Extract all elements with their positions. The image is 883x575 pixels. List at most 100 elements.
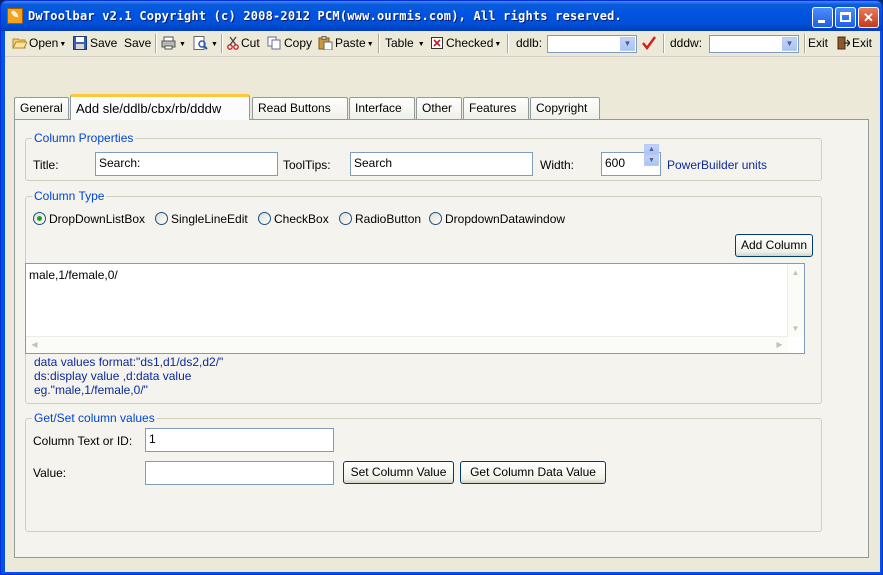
red-check-icon: [641, 36, 657, 51]
apply-button[interactable]: [641, 34, 658, 54]
folder-open-icon: [12, 36, 28, 50]
scroll-right-icon[interactable]: ▶: [772, 337, 787, 352]
radio-circle: [429, 212, 442, 225]
minimize-button[interactable]: [812, 7, 833, 28]
title-bar[interactable]: ✎ DwToolbar v2.1 Copyright (c) 2008-2012…: [1, 1, 882, 31]
radio-checkbox[interactable]: CheckBox: [258, 212, 329, 226]
copy-icon: [267, 36, 282, 50]
radio-label: CheckBox: [274, 212, 329, 226]
maximize-button[interactable]: [835, 7, 856, 28]
save-button[interactable]: Save: [73, 34, 117, 54]
close-icon: ✕: [863, 10, 874, 25]
maximize-icon: [840, 12, 851, 22]
chevron-down-icon[interactable]: ▼: [782, 37, 797, 51]
table-button[interactable]: Table ▼: [385, 34, 425, 54]
spin-up-icon[interactable]: ▲: [644, 144, 659, 155]
radio-dropdownlistbox[interactable]: DropDownListBox: [33, 212, 145, 226]
tab-read-buttons[interactable]: Read Buttons: [252, 97, 348, 119]
value-field[interactable]: [145, 461, 334, 485]
checked-label: Checked: [446, 36, 494, 50]
paste-button[interactable]: Paste▼: [318, 34, 374, 54]
width-spinner[interactable]: ▲ ▼: [644, 144, 659, 166]
client-area: Open▼ Save Save ▼ ▼ Cut Copy Paste▼ Tabl…: [5, 31, 880, 572]
group-title: Column Properties: [32, 131, 136, 145]
add-column-button[interactable]: Add Column: [735, 234, 813, 257]
scroll-down-icon[interactable]: ▼: [788, 321, 803, 336]
preview-button[interactable]: ▼: [193, 34, 218, 54]
ddlb-combobox[interactable]: ▼: [547, 35, 637, 53]
radio-label: DropDownListBox: [49, 212, 146, 226]
dropdown-arrow-icon: ▼: [494, 41, 502, 48]
exit-button[interactable]: Exit: [837, 34, 872, 54]
chevron-down-icon[interactable]: ▼: [620, 37, 635, 51]
title-label: Title:: [33, 158, 59, 172]
application-window: ✎ DwToolbar v2.1 Copyright (c) 2008-2012…: [0, 0, 883, 575]
copy-button[interactable]: Copy: [267, 34, 312, 54]
radio-dropdowndatawindow[interactable]: DropdownDatawindow: [429, 212, 565, 226]
checked-button[interactable]: Checked▼: [431, 34, 501, 54]
value-label: Value:: [33, 466, 67, 480]
tab-general[interactable]: General: [14, 97, 69, 119]
dropdown-arrow-icon: ▼: [179, 41, 186, 48]
radio-circle: [258, 212, 271, 225]
open-button[interactable]: Open▼: [12, 34, 66, 54]
cut-label: Cut: [241, 36, 260, 50]
tab-other[interactable]: Other: [416, 97, 462, 119]
toolbar-separator: [507, 34, 509, 53]
exit-label: Exit: [852, 36, 873, 50]
tab-copyright[interactable]: Copyright: [530, 97, 600, 119]
horizontal-scrollbar[interactable]: ◀ ▶: [26, 336, 788, 353]
column-id-field[interactable]: 1: [145, 428, 334, 452]
toolbar-separator: [663, 34, 665, 53]
radio-radiobutton[interactable]: RadioButton: [339, 212, 421, 226]
dropdown-arrow-icon: ▼: [59, 41, 67, 48]
exit-text-button[interactable]: Exit: [808, 34, 828, 54]
radio-circle: [155, 212, 168, 225]
values-memo[interactable]: male,1/female,0/ ▲ ▼ ◀ ▶: [25, 263, 805, 354]
tab-panel: Column Properties Title: Search: ToolTip…: [14, 119, 869, 558]
spin-down-icon[interactable]: ▼: [644, 155, 659, 166]
dropdown-arrow-icon: ▼: [366, 41, 374, 48]
help-format: data values format:"ds1,d1/ds2,d2/": [34, 355, 224, 369]
tab-interface[interactable]: Interface: [349, 97, 415, 119]
cut-button[interactable]: Cut: [227, 34, 260, 54]
tooltips-field[interactable]: Search: [350, 152, 533, 176]
dropdown-arrow-icon: ▼: [417, 41, 425, 48]
tab-features[interactable]: Features: [463, 97, 529, 119]
help-example: eg."male,1/female,0/": [34, 383, 148, 397]
clipboard-paste-icon: [318, 36, 333, 51]
exit-text-label: Exit: [808, 36, 829, 50]
radio-circle: [33, 212, 46, 225]
toolbar-separator: [378, 34, 380, 53]
radio-singlelineedit[interactable]: SingleLineEdit: [155, 212, 248, 226]
tab-add-controls[interactable]: Add sle/ddlb/cbx/rb/dddw: [70, 94, 250, 120]
radio-label: RadioButton: [355, 212, 422, 226]
close-button[interactable]: ✕: [858, 7, 879, 28]
paste-label: Paste: [335, 36, 366, 50]
toolbar: Open▼ Save Save ▼ ▼ Cut Copy Paste▼ Tabl…: [5, 31, 880, 57]
dddw-label: dddw:: [670, 36, 703, 50]
width-label: Width:: [540, 158, 575, 172]
print-button[interactable]: ▼: [161, 34, 186, 54]
radio-circle: [339, 212, 352, 225]
scroll-left-icon[interactable]: ◀: [27, 337, 42, 352]
window-title: DwToolbar v2.1 Copyright (c) 2008-2012 P…: [28, 9, 622, 23]
print-preview-icon: [193, 36, 208, 50]
group-title: Column Type: [32, 189, 107, 203]
ddlb-label: ddlb:: [516, 36, 543, 50]
toolbar-separator: [804, 34, 806, 53]
save-text-button[interactable]: Save: [124, 34, 151, 54]
set-column-value-button[interactable]: Set Column Value: [343, 461, 454, 484]
save-text-label: Save: [124, 36, 152, 50]
units-label: PowerBuilder units: [667, 158, 768, 172]
exit-door-icon: [837, 36, 851, 50]
toolbar-separator: [221, 34, 223, 53]
app-icon: ✎: [7, 8, 23, 24]
dddw-combobox[interactable]: ▼: [709, 35, 799, 53]
tooltips-label: ToolTips:: [283, 158, 331, 172]
vertical-scrollbar[interactable]: ▲ ▼: [787, 264, 804, 337]
memo-text: male,1/female,0/: [29, 268, 118, 282]
scroll-up-icon[interactable]: ▲: [788, 265, 803, 280]
title-field[interactable]: Search:: [95, 152, 278, 176]
get-column-data-value-button[interactable]: Get Column Data Value: [460, 461, 606, 484]
